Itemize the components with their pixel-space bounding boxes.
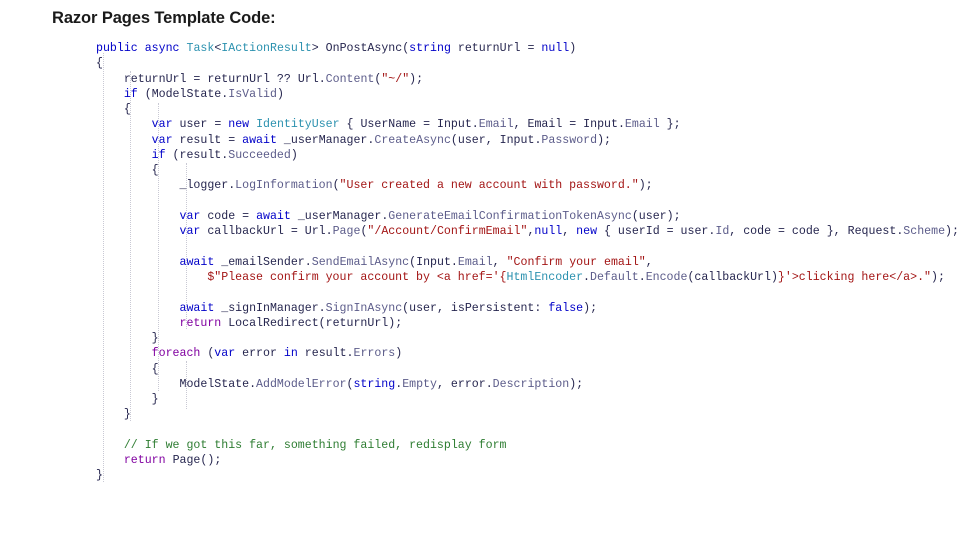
code-line: var code = await _userManager.GenerateEm… bbox=[179, 209, 681, 223]
page-title: Razor Pages Template Code: bbox=[52, 9, 276, 27]
code-line: // If we got this far, something failed,… bbox=[123, 438, 507, 452]
code-line: ModelState.AddModelError(string.Empty, e… bbox=[179, 377, 584, 391]
code-line: } bbox=[96, 332, 159, 346]
code-line: $"Please confirm your account by <a href… bbox=[207, 270, 945, 284]
code-line: if (result.Succeeded) bbox=[151, 148, 298, 162]
code-line: return Page(); bbox=[123, 454, 222, 468]
code-line: } bbox=[96, 393, 159, 407]
code-line: var result = await _userManager.CreateAs… bbox=[151, 133, 611, 147]
code-line: await _emailSender.SendEmailAsync(Input.… bbox=[179, 255, 653, 269]
code-line: var user = new IdentityUser { UserName =… bbox=[151, 118, 681, 132]
code-line: { bbox=[96, 164, 159, 178]
code-line: foreach (var error in result.Errors) bbox=[151, 347, 403, 361]
code-line: { bbox=[96, 103, 131, 117]
code-line: { bbox=[96, 57, 103, 71]
slide-canvas: Razor Pages Template Code: public async … bbox=[0, 0, 960, 540]
code-line: } bbox=[96, 408, 131, 422]
code-line: public async Task<IActionResult> OnPostA… bbox=[96, 42, 577, 55]
code-line: if (ModelState.IsValid) bbox=[123, 87, 284, 101]
code-line: returnUrl = returnUrl ?? Url.Content("~/… bbox=[123, 72, 424, 86]
code-line: await _signInManager.SignInAsync(user, i… bbox=[179, 301, 598, 315]
code-line: return LocalRedirect(returnUrl); bbox=[179, 316, 403, 330]
code-listing: public async Task<IActionResult> OnPostA… bbox=[96, 41, 959, 484]
code-line: var callbackUrl = Url.Page("/Account/Con… bbox=[179, 225, 959, 239]
code-line: { bbox=[96, 362, 159, 376]
code-line: } bbox=[96, 469, 103, 483]
code-line: _logger.LogInformation("User created a n… bbox=[179, 179, 653, 193]
